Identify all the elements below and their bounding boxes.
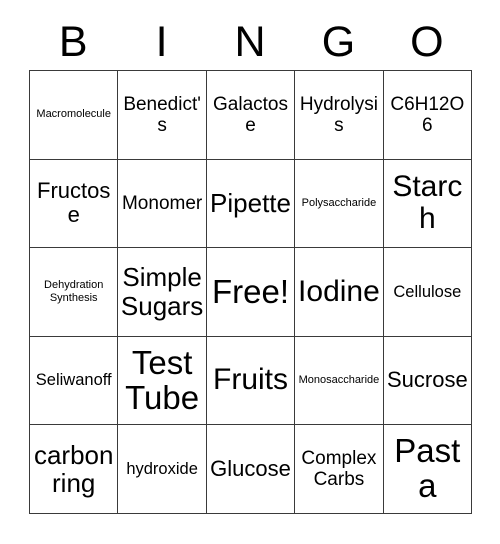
bingo-cell-i5[interactable]: hydroxide	[118, 425, 207, 514]
bingo-cell-g4[interactable]: Monosaccharide	[295, 336, 384, 426]
bingo-row: carbon ring hydroxide Glucose Complex Ca…	[30, 425, 473, 514]
bingo-cell-n2[interactable]: Pipette	[206, 159, 296, 249]
bingo-cell-label: Macromolecule	[36, 108, 111, 121]
bingo-cell-g2[interactable]: Polysaccharide	[295, 159, 384, 249]
bingo-cell-label: Monosaccharide	[298, 374, 380, 387]
bingo-row: Dehydration Synthesis Simple Sugars Free…	[30, 248, 473, 337]
bingo-cell-g3[interactable]: Iodine	[295, 248, 384, 337]
bingo-cell-label: Pipette	[210, 188, 291, 219]
bingo-cell-label: Sucrose	[386, 367, 468, 393]
bingo-cell-o2[interactable]: Starch	[383, 159, 473, 249]
bingo-card: B I N G O Macromolecule Benedict's Galac…	[29, 14, 473, 514]
bingo-row: Fructose Monomer Pipette Polysaccharide …	[30, 159, 473, 249]
bingo-row: Macromolecule Benedict's Galactose Hydro…	[30, 71, 473, 160]
bingo-cell-label: Hydrolysis	[299, 93, 378, 136]
bingo-cell-o5[interactable]: Pasta	[383, 425, 473, 514]
bingo-cell-n5[interactable]: Glucose	[206, 425, 296, 514]
bingo-cell-i3[interactable]: Simple Sugars	[118, 248, 207, 337]
bingo-cell-o1[interactable]: C6H12O6	[383, 71, 473, 160]
bingo-cell-label: hydroxide	[126, 459, 198, 478]
bingo-cell-label: Galactose	[213, 93, 288, 136]
bingo-cell-label: Starch	[392, 170, 463, 236]
bingo-cell-g1[interactable]: Hydrolysis	[295, 71, 384, 160]
bingo-cell-label: Iodine	[298, 274, 380, 308]
bingo-cell-b3[interactable]: Dehydration Synthesis	[30, 248, 119, 337]
bingo-cell-label: Polysaccharide	[301, 196, 377, 209]
bingo-row: Seliwanoff Test Tube Fruits Monosacchari…	[30, 336, 473, 426]
bingo-cell-free-space[interactable]: Free!	[206, 248, 296, 337]
bingo-cell-label: Glucose	[210, 455, 291, 481]
bingo-cell-label: Seliwanoff	[35, 371, 112, 390]
bingo-cell-label: Fruits	[213, 363, 289, 397]
bingo-cell-o4[interactable]: Sucrose	[383, 336, 473, 426]
bingo-cell-b5[interactable]: carbon ring	[30, 425, 119, 514]
bingo-cell-i1[interactable]: Benedict's	[118, 71, 207, 160]
bingo-cell-i2[interactable]: Monomer	[118, 159, 207, 249]
bingo-grid: Macromolecule Benedict's Galactose Hydro…	[29, 70, 473, 514]
bingo-header-letter-g: G	[321, 17, 356, 66]
bingo-cell-n4[interactable]: Fruits	[206, 336, 296, 426]
bingo-header-letter-b: B	[58, 17, 88, 66]
bingo-cell-label: Monomer	[121, 192, 203, 214]
bingo-header-letter-n: N	[234, 17, 266, 66]
bingo-header-letter-o: O	[410, 17, 444, 66]
bingo-cell-b2[interactable]: Fructose	[30, 159, 119, 249]
bingo-cell-g5[interactable]: Complex Carbs	[295, 425, 384, 514]
bingo-cell-o3[interactable]: Cellulose	[383, 248, 473, 337]
bingo-cell-label: Benedict's	[123, 93, 201, 136]
bingo-cell-i4[interactable]: Test Tube	[118, 336, 207, 426]
bingo-cell-label: Simple Sugars	[120, 262, 204, 321]
bingo-header-letter-i: I	[155, 17, 168, 66]
bingo-cell-n1[interactable]: Galactose	[206, 71, 296, 160]
bingo-cell-label: Dehydration Synthesis	[44, 279, 104, 304]
bingo-header-row: B I N G O	[29, 14, 471, 70]
bingo-cell-label: Fructose	[37, 177, 111, 228]
bingo-cell-label: Complex Carbs	[301, 447, 377, 491]
bingo-cell-label: Cellulose	[393, 282, 462, 301]
bingo-cell-b1[interactable]: Macromolecule	[30, 71, 119, 160]
bingo-cell-label: C6H12O6	[390, 93, 465, 136]
bingo-cell-label: Test Tube	[125, 343, 200, 416]
bingo-cell-b4[interactable]: Seliwanoff	[30, 336, 119, 426]
bingo-cell-label: Free!	[212, 272, 290, 310]
bingo-cell-label: carbon ring	[33, 439, 114, 499]
bingo-cell-label: Pasta	[394, 432, 461, 505]
